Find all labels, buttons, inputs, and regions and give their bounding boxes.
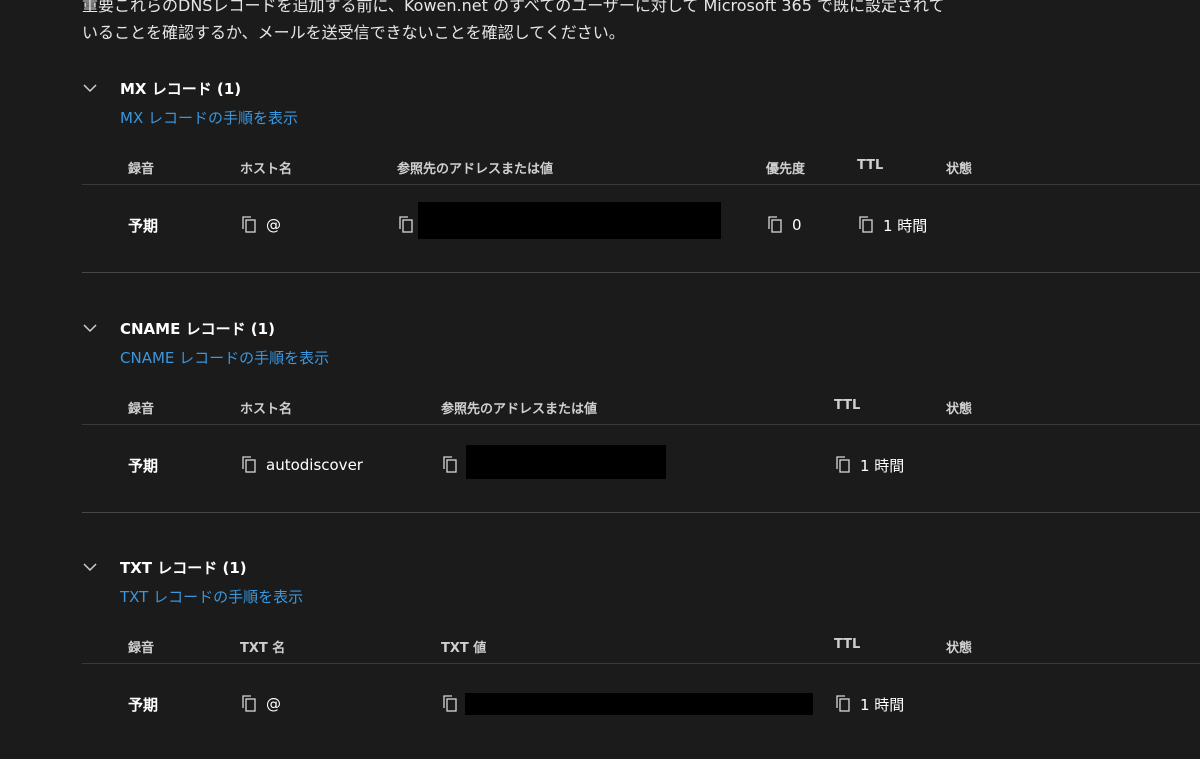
txt-header-name: TXT 名 bbox=[240, 641, 286, 656]
mx-row-priority-cell: 0 bbox=[766, 214, 802, 236]
mx-header-host: ホスト名 bbox=[240, 162, 293, 177]
mx-header-ttl: TTL bbox=[857, 158, 884, 173]
mx-row-priority: 0 bbox=[792, 216, 802, 234]
txt-header-record: 録音 bbox=[128, 641, 155, 656]
copy-icon[interactable] bbox=[240, 694, 258, 714]
copy-icon[interactable] bbox=[240, 215, 258, 235]
cname-row-record: 予期 bbox=[128, 456, 159, 475]
mx-header-record: 録音 bbox=[128, 162, 155, 177]
mx-row-host-cell: @ bbox=[240, 214, 281, 236]
mx-row-ttl-cell: 1 時間 bbox=[857, 214, 927, 236]
txt-row-value-cell bbox=[441, 693, 467, 715]
mx-row-record: 予期 bbox=[128, 216, 159, 235]
mx-section-title: MX レコード (1) bbox=[120, 80, 242, 98]
txt-header-ttl: TTL bbox=[834, 637, 861, 652]
mx-header-priority: 優先度 bbox=[766, 162, 806, 177]
txt-header-status: 状態 bbox=[946, 641, 973, 656]
cname-row-ttl: 1 時間 bbox=[860, 456, 905, 475]
mx-header-divider bbox=[82, 184, 1200, 185]
cname-header-host: ホスト名 bbox=[240, 402, 293, 417]
chevron-down-icon[interactable] bbox=[82, 80, 98, 96]
section-divider bbox=[82, 272, 1200, 273]
chevron-down-icon[interactable] bbox=[82, 320, 98, 336]
redacted-value bbox=[418, 202, 721, 239]
copy-icon[interactable] bbox=[441, 694, 459, 714]
txt-section-title: TXT レコード (1) bbox=[120, 559, 247, 577]
copy-icon[interactable] bbox=[834, 455, 852, 475]
mx-header-value: 参照先のアドレスまたは値 bbox=[397, 162, 554, 177]
chevron-down-icon[interactable] bbox=[82, 559, 98, 575]
copy-icon[interactable] bbox=[397, 215, 415, 235]
mx-row-ttl: 1 時間 bbox=[883, 216, 928, 235]
txt-row-name-cell: @ bbox=[240, 693, 281, 715]
cname-header-value: 参照先のアドレスまたは値 bbox=[441, 402, 598, 417]
cname-header-ttl: TTL bbox=[834, 398, 861, 413]
copy-icon[interactable] bbox=[441, 455, 459, 475]
txt-row-ttl: 1 時間 bbox=[860, 695, 905, 714]
txt-row-ttl-cell: 1 時間 bbox=[834, 693, 904, 715]
intro-line-2: いることを確認するか、メールを送受信できないことを確認してください。 bbox=[82, 23, 625, 42]
mx-header-status: 状態 bbox=[946, 162, 973, 177]
cname-instructions-link[interactable]: CNAME レコードの手順を表示 bbox=[120, 347, 329, 368]
txt-header-divider bbox=[82, 663, 1200, 664]
cname-header-record: 録音 bbox=[128, 402, 155, 417]
cname-header-divider bbox=[82, 424, 1200, 425]
txt-row-name: @ bbox=[266, 695, 281, 713]
redacted-value bbox=[465, 693, 813, 715]
cname-row-host-cell: autodiscover bbox=[240, 454, 363, 476]
txt-instructions-link[interactable]: TXT レコードの手順を表示 bbox=[120, 586, 303, 607]
copy-icon[interactable] bbox=[834, 694, 852, 714]
intro-line-1: 重要これらのDNSレコードを追加する前に、Kowen.net のすべてのユーザー… bbox=[82, 0, 945, 15]
cname-section-title: CNAME レコード (1) bbox=[120, 320, 275, 338]
cname-row-value-cell bbox=[441, 454, 467, 476]
cname-row-ttl-cell: 1 時間 bbox=[834, 454, 904, 476]
copy-icon[interactable] bbox=[857, 215, 875, 235]
copy-icon[interactable] bbox=[240, 455, 258, 475]
cname-header-status: 状態 bbox=[946, 402, 973, 417]
section-divider bbox=[82, 512, 1200, 513]
txt-header-value: TXT 値 bbox=[441, 641, 487, 656]
txt-row-record: 予期 bbox=[128, 695, 159, 714]
cname-row-host: autodiscover bbox=[266, 456, 363, 474]
mx-instructions-link[interactable]: MX レコードの手順を表示 bbox=[120, 107, 298, 128]
intro-text: 重要これらのDNSレコードを追加する前に、Kowen.net のすべてのユーザー… bbox=[82, 0, 1200, 46]
mx-row-host: @ bbox=[266, 216, 281, 234]
copy-icon[interactable] bbox=[766, 215, 784, 235]
redacted-value bbox=[466, 445, 666, 479]
